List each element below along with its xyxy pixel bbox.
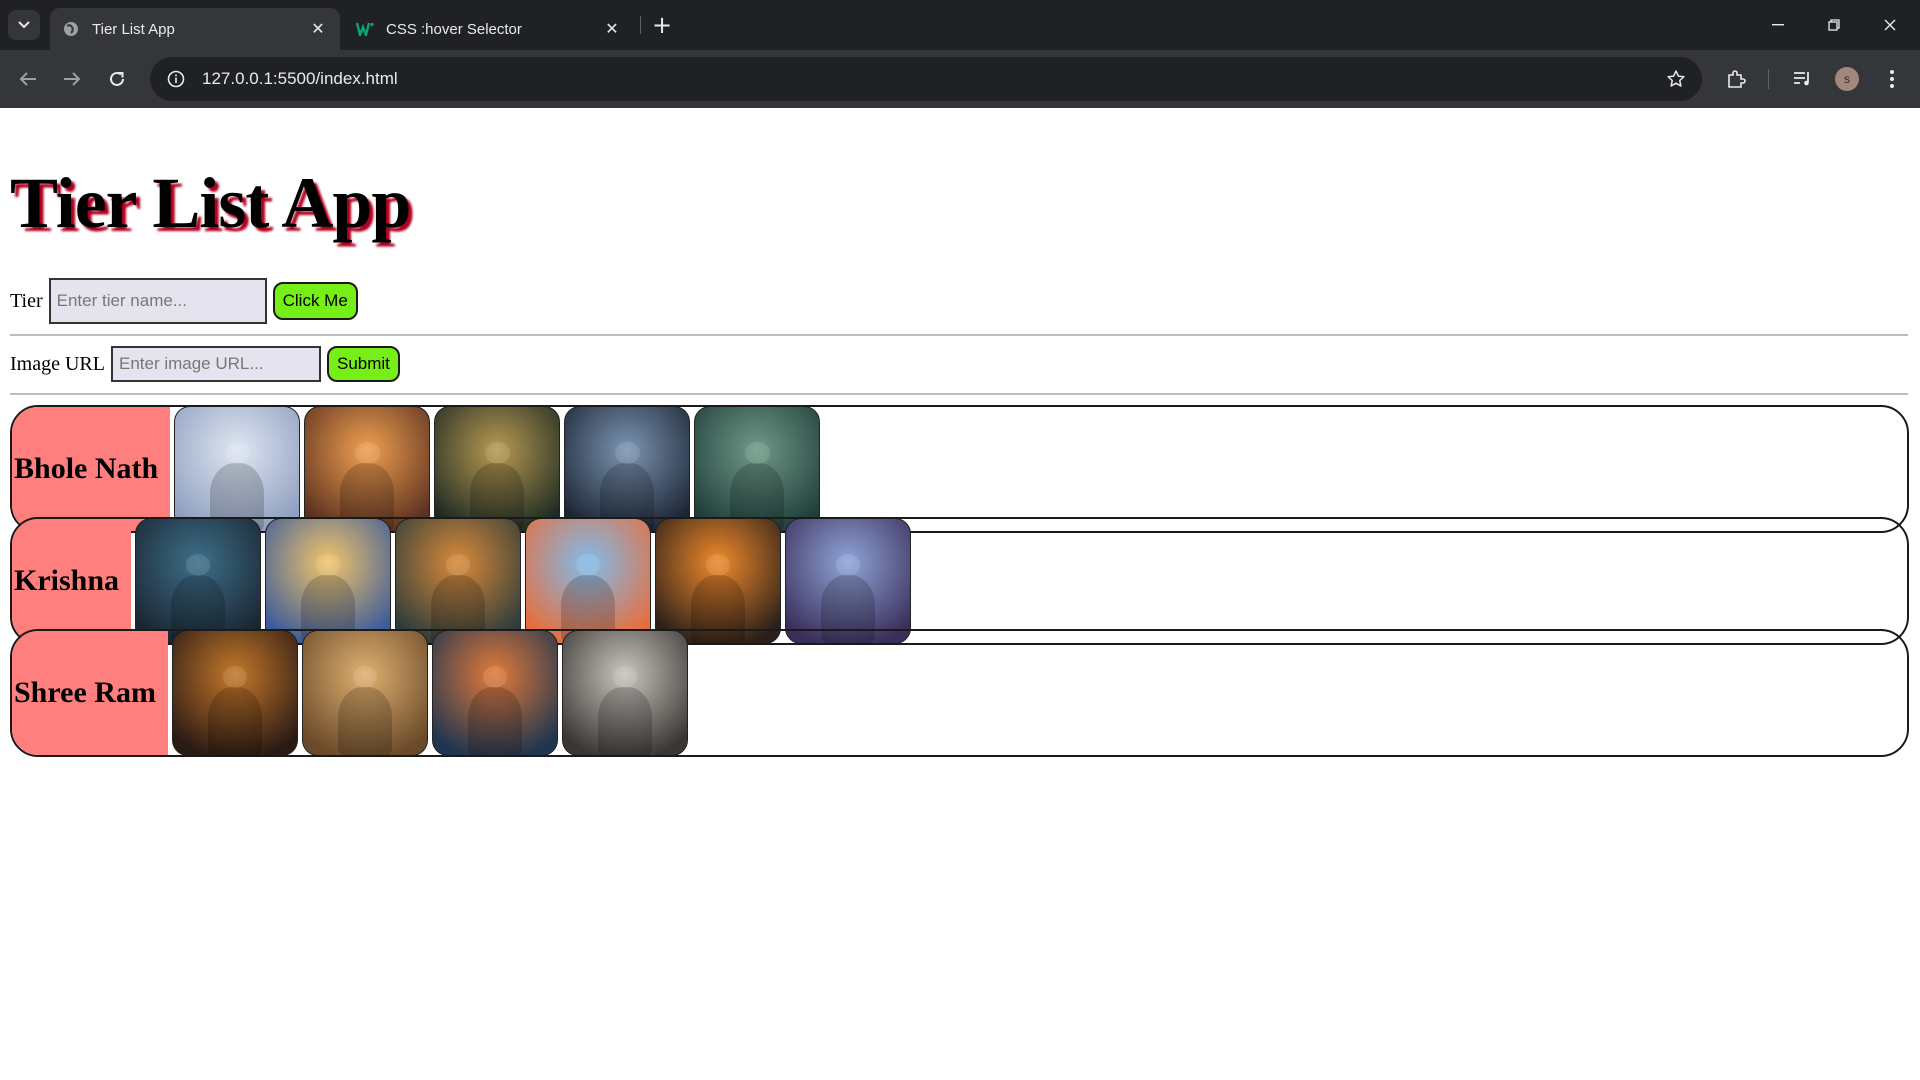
divider [10, 393, 1908, 395]
page-content: Tier List App Tier Click Me Image URL Su… [0, 108, 1920, 1078]
tier-image[interactable] [561, 631, 688, 755]
tier-image[interactable] [785, 519, 912, 643]
tier-image[interactable] [431, 631, 558, 755]
close-tab-icon[interactable]: ✕ [602, 19, 622, 39]
tier-label: Krishna [12, 519, 132, 643]
forward-arrow-icon[interactable] [56, 63, 88, 95]
tier-image[interactable] [525, 519, 652, 643]
click-me-button[interactable]: Click Me [272, 282, 358, 320]
tier-image[interactable] [301, 631, 428, 755]
close-tab-icon[interactable]: ✕ [308, 19, 328, 39]
reload-icon[interactable] [101, 63, 133, 95]
tier-image[interactable] [265, 519, 392, 643]
tier-image[interactable] [174, 407, 301, 531]
back-arrow-icon[interactable] [12, 63, 44, 95]
image-url-form: Image URL Submit [10, 346, 400, 382]
w3schools-icon [356, 20, 374, 38]
tier-label: Bhole Nath [12, 407, 171, 531]
site-info-icon[interactable] [154, 57, 198, 101]
tier-label: Tier [10, 289, 43, 312]
tier-images [131, 519, 915, 643]
tab-css-hover-selector[interactable]: CSS :hover Selector ✕ [344, 8, 634, 50]
tier-row[interactable]: Krishna [10, 517, 1909, 645]
image-url-input[interactable] [110, 346, 321, 382]
tier-row[interactable]: Bhole Nath [10, 405, 1909, 533]
tier-image[interactable] [304, 407, 431, 531]
page-title: Tier List App [10, 163, 411, 243]
divider [10, 334, 1908, 336]
tier-image[interactable] [434, 407, 561, 531]
tab-title: CSS :hover Selector [386, 20, 522, 38]
kebab-menu-icon[interactable] [1876, 63, 1908, 95]
submit-button[interactable]: Submit [326, 346, 400, 382]
media-queue-icon[interactable] [1786, 63, 1818, 95]
tier-image[interactable] [655, 519, 782, 643]
tab-title: Tier List App [92, 20, 175, 38]
tier-image[interactable] [694, 407, 821, 531]
address-bar[interactable]: 127.0.0.1:5500/index.html [150, 57, 1702, 101]
tier-images [168, 631, 692, 755]
browser-toolbar: 127.0.0.1:5500/index.html [0, 50, 1920, 108]
minimize-icon[interactable] [1750, 0, 1806, 50]
url-text: 127.0.0.1:5500/index.html [202, 69, 398, 88]
tier-image[interactable] [171, 631, 298, 755]
tier-form: Tier Click Me [10, 278, 358, 324]
new-tab-plus-icon[interactable]: + [650, 10, 674, 40]
tier-label: Shree Ram [12, 631, 168, 755]
extensions-puzzle-icon[interactable] [1720, 63, 1752, 95]
close-window-icon[interactable] [1862, 0, 1918, 50]
chevron-down-icon [18, 21, 30, 29]
image-url-label: Image URL [10, 352, 105, 375]
bookmark-star-icon[interactable] [1664, 67, 1688, 91]
tier-images [170, 407, 824, 531]
tier-image[interactable] [564, 407, 691, 531]
tier-image[interactable] [135, 519, 262, 643]
tier-image[interactable] [395, 519, 522, 643]
tab-search-button[interactable] [8, 10, 40, 40]
restore-icon[interactable] [1806, 0, 1862, 50]
tier-name-input[interactable] [48, 278, 267, 324]
globe-icon [62, 20, 80, 38]
toolbar-separator [1768, 69, 1769, 89]
profile-avatar[interactable]: s [1835, 67, 1859, 91]
tab-separator [640, 16, 641, 34]
browser-tabstrip: Tier List App ✕ CSS :hover Selector ✕ + [0, 0, 1920, 50]
tab-tier-list-app[interactable]: Tier List App ✕ [50, 8, 340, 50]
tier-row[interactable]: Shree Ram [10, 629, 1909, 757]
